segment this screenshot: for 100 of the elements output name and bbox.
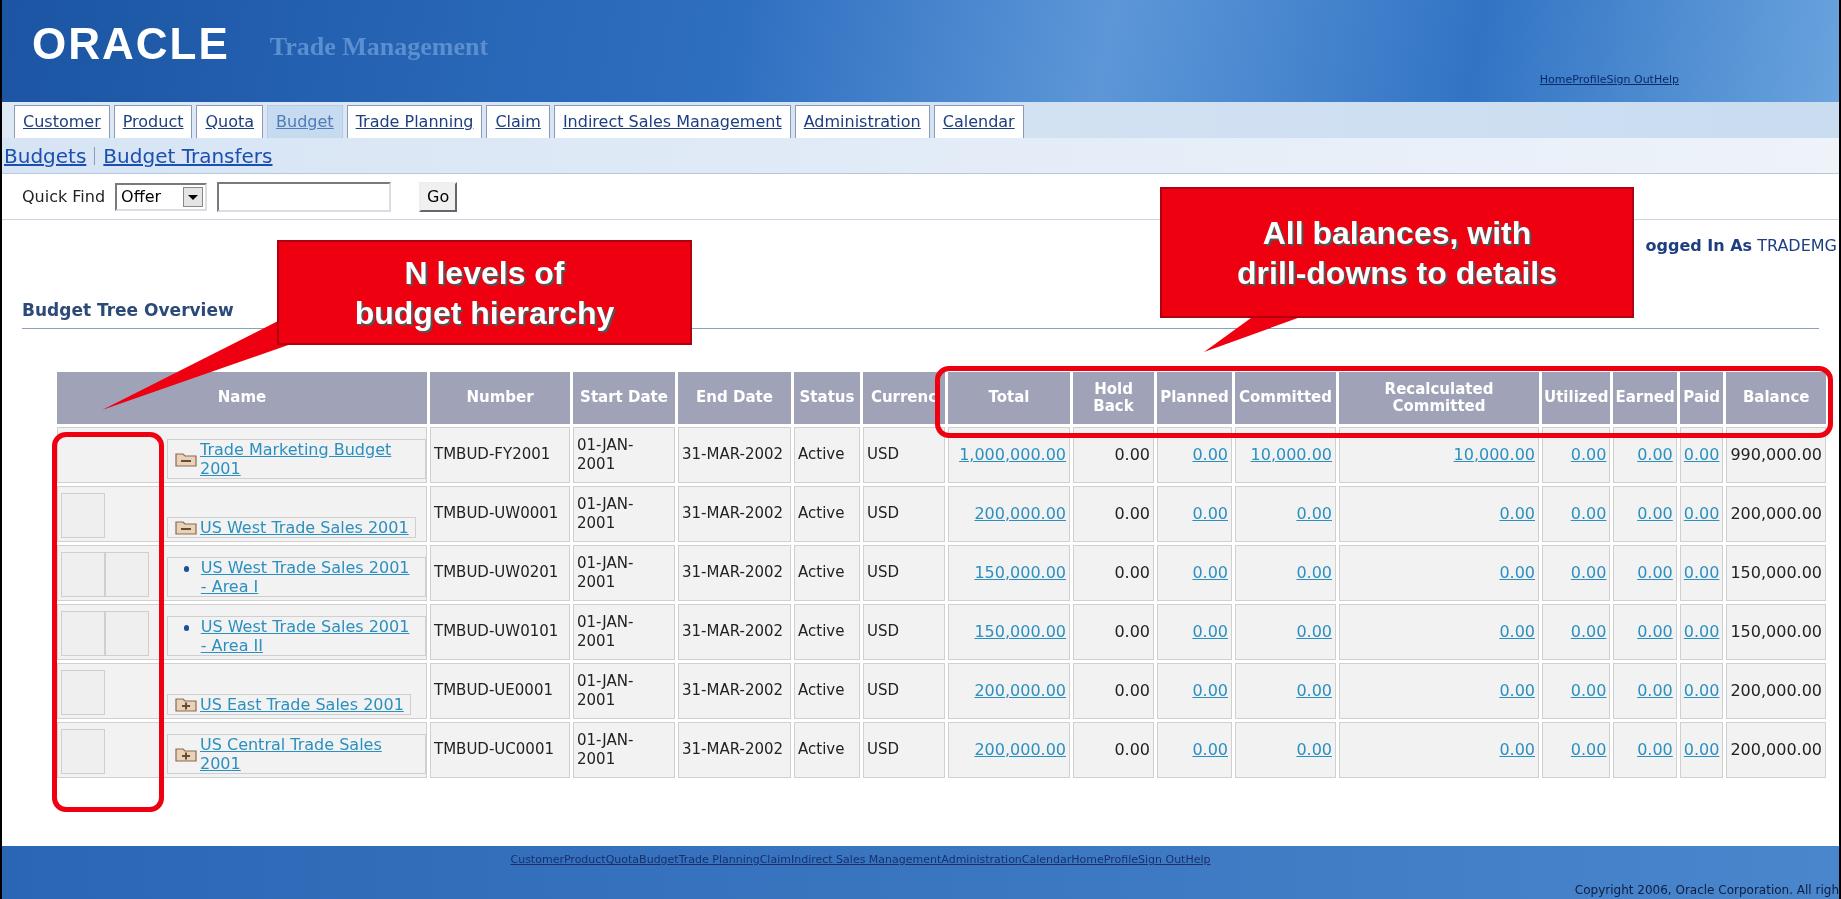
table-cell: 0.00: [1073, 721, 1154, 778]
nav-tab[interactable]: Administration: [794, 105, 930, 138]
column-header: Committed: [1235, 371, 1336, 424]
table-cell[interactable]: 0.00: [1679, 485, 1724, 542]
table-cell[interactable]: 0.00: [1235, 603, 1336, 660]
table-cell[interactable]: 0.00: [1157, 485, 1232, 542]
table-cell: USD: [863, 485, 945, 542]
table-cell: 0.00: [1073, 603, 1154, 660]
table-cell: 200,000.00: [1726, 485, 1826, 542]
footer-link[interactable]: Administration: [941, 852, 1022, 869]
header-link[interactable]: Profile: [1572, 72, 1607, 89]
table-cell[interactable]: 0.00: [1235, 721, 1336, 778]
table-cell: 31-MAR-2002: [678, 603, 791, 660]
table-cell[interactable]: 10,000.00: [1235, 426, 1336, 483]
tree-indent-cell: [61, 669, 105, 715]
table-cell[interactable]: 0.00: [1542, 544, 1611, 601]
table-cell[interactable]: 0.00: [1157, 426, 1232, 483]
table-cell[interactable]: 0.00: [1542, 721, 1611, 778]
table-cell: USD: [863, 426, 945, 483]
table-cell[interactable]: 0.00: [1542, 662, 1611, 719]
table-cell[interactable]: 0.00: [1157, 721, 1232, 778]
table-cell[interactable]: 150,000.00: [948, 544, 1070, 601]
column-header: Earned: [1613, 371, 1677, 424]
table-cell[interactable]: 0.00: [1235, 485, 1336, 542]
table-cell[interactable]: 0.00: [1613, 485, 1677, 542]
footer-link[interactable]: Product: [563, 852, 606, 869]
footer-link[interactable]: Calendar: [1021, 852, 1072, 869]
subnav-link[interactable]: Budgets: [4, 140, 87, 171]
column-header: End Date: [678, 371, 791, 424]
bullet-icon: [184, 624, 189, 631]
folder-plus-icon[interactable]: [174, 695, 198, 713]
footer-link[interactable]: Help: [1185, 852, 1211, 869]
table-cell[interactable]: 0.00: [1679, 544, 1724, 601]
column-header: Start Date: [573, 371, 675, 424]
go-button[interactable]: Go: [419, 181, 458, 212]
footer-link[interactable]: Claim: [759, 852, 791, 869]
table-cell: 31-MAR-2002: [678, 662, 791, 719]
tree-node-link[interactable]: US East Trade Sales 2001: [200, 694, 404, 714]
tree-node-link[interactable]: US West Trade Sales 2001: [200, 517, 409, 537]
table-cell[interactable]: 0.00: [1157, 662, 1232, 719]
nav-tab[interactable]: Trade Planning: [346, 105, 483, 138]
table-cell[interactable]: 0.00: [1339, 544, 1539, 601]
table-cell[interactable]: 0.00: [1339, 485, 1539, 542]
nav-tab[interactable]: Claim: [486, 105, 550, 138]
table-cell: 31-MAR-2002: [678, 544, 791, 601]
footer-link[interactable]: Budget: [639, 852, 679, 869]
search-field[interactable]: [217, 181, 392, 212]
table-cell[interactable]: 1,000,000.00: [948, 426, 1070, 483]
table-cell: 0.00: [1073, 544, 1154, 601]
table-cell[interactable]: 0.00: [1339, 662, 1539, 719]
table-cell[interactable]: 0.00: [1542, 426, 1611, 483]
table-cell[interactable]: 200,000.00: [948, 485, 1070, 542]
footer-link[interactable]: Quota: [605, 852, 640, 869]
table-cell[interactable]: 0.00: [1339, 603, 1539, 660]
footer-link[interactable]: Home: [1071, 852, 1104, 869]
nav-tab[interactable]: Calendar: [933, 105, 1024, 138]
header-link[interactable]: Sign Out: [1606, 72, 1654, 89]
table-cell[interactable]: 0.00: [1613, 603, 1677, 660]
footer-link[interactable]: Profile: [1103, 852, 1138, 869]
table-cell[interactable]: 10,000.00: [1339, 426, 1539, 483]
table-cell[interactable]: 200,000.00: [948, 721, 1070, 778]
table-cell[interactable]: 0.00: [1157, 544, 1232, 601]
nav-tab[interactable]: Budget: [267, 105, 343, 138]
nav-tab[interactable]: Customer: [14, 105, 110, 138]
nav-tab[interactable]: Product: [113, 105, 193, 138]
header-link[interactable]: Help: [1653, 72, 1679, 89]
table-cell: USD: [863, 603, 945, 660]
table-cell: Active: [794, 721, 860, 778]
table-cell[interactable]: 0.00: [1679, 721, 1724, 778]
table-cell[interactable]: 0.00: [1613, 426, 1677, 483]
type-select[interactable]: Offer: [115, 182, 208, 211]
column-header: Currenc: [863, 371, 945, 424]
folder-minus-icon[interactable]: [174, 518, 198, 536]
subnav-link[interactable]: Budget Transfers: [103, 140, 273, 171]
table-cell[interactable]: 0.00: [1339, 721, 1539, 778]
table-cell: 01-JAN-2001: [573, 485, 675, 542]
table-cell[interactable]: 200,000.00: [948, 662, 1070, 719]
table-cell[interactable]: 0.00: [1157, 603, 1232, 660]
table-cell[interactable]: 0.00: [1613, 544, 1677, 601]
footer-link[interactable]: Sign Out: [1138, 852, 1186, 869]
table-cell[interactable]: 0.00: [1542, 485, 1611, 542]
copyright-text: Copyright 2006, Oracle Corporation. All righ: [1574, 881, 1839, 899]
table-cell[interactable]: 0.00: [1542, 603, 1611, 660]
footer-link[interactable]: Trade Planning: [678, 852, 760, 869]
table-cell[interactable]: 0.00: [1235, 544, 1336, 601]
table-cell[interactable]: 0.00: [1679, 662, 1724, 719]
header-link[interactable]: Home: [1539, 72, 1573, 89]
footer-link[interactable]: Indirect Sales Management: [790, 852, 942, 869]
table-cell: USD: [863, 721, 945, 778]
nav-tab[interactable]: Indirect Sales Management: [553, 105, 791, 138]
nav-tab[interactable]: Quota: [196, 105, 264, 138]
table-cell[interactable]: 150,000.00: [948, 603, 1070, 660]
table-cell[interactable]: 0.00: [1679, 426, 1724, 483]
table-cell[interactable]: 0.00: [1613, 721, 1677, 778]
table-cell[interactable]: 0.00: [1235, 662, 1336, 719]
table-cell: 150,000.00: [1726, 603, 1826, 660]
table-cell[interactable]: 0.00: [1679, 603, 1724, 660]
footer-link[interactable]: Customer: [510, 852, 564, 869]
tree-indent-cell: [61, 551, 105, 597]
table-cell[interactable]: 0.00: [1613, 662, 1677, 719]
